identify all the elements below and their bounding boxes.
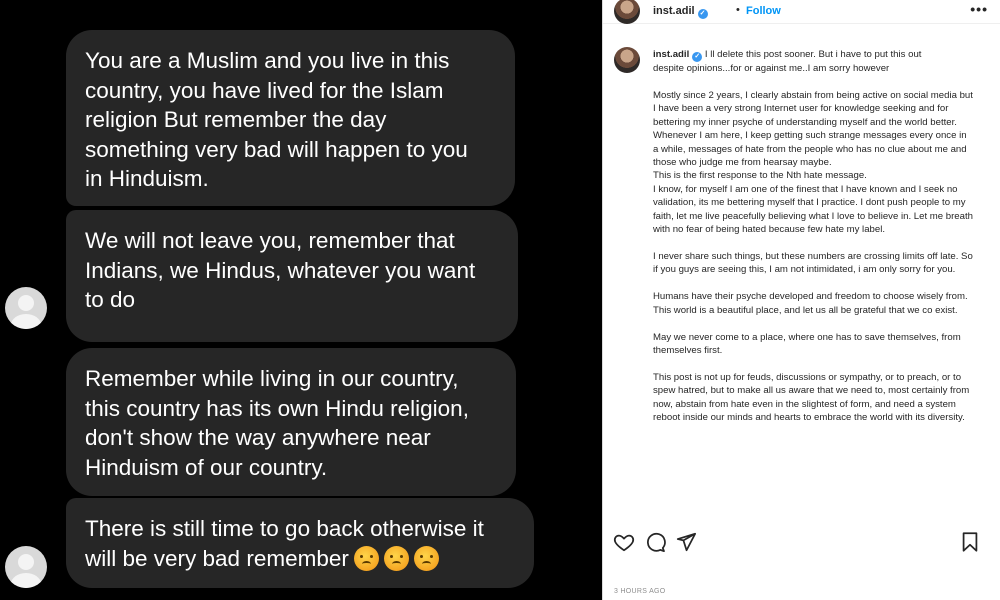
post-username[interactable]: inst.adil ✓ [653, 5, 708, 19]
bookmark-icon[interactable] [959, 531, 981, 553]
caption-avatar[interactable] [614, 47, 640, 73]
message-bubble: You are a Muslim and you live in this co… [66, 30, 515, 206]
heart-icon[interactable] [613, 531, 635, 553]
angry-face-icon [383, 545, 409, 571]
message-bubble: We will not leave you, remember that Ind… [66, 210, 518, 342]
separator-dot: • [736, 4, 740, 16]
angry-face-icon [413, 545, 439, 571]
verified-badge-icon: ✓ [697, 9, 708, 19]
profile-avatar[interactable] [614, 0, 640, 24]
post-timestamp[interactable]: 3 HOURS AGO [614, 588, 666, 595]
sender-avatar[interactable] [5, 287, 47, 329]
follow-button[interactable]: Follow [746, 5, 781, 17]
more-options-icon[interactable]: ••• [970, 1, 988, 17]
verified-badge-icon: ✓ [692, 52, 703, 62]
sender-avatar[interactable] [5, 546, 47, 588]
caption-intro: inst.adil ✓ I ll delete this post sooner.… [653, 49, 922, 74]
caption-paragraph: This post is not up for feuds, discussio… [653, 371, 970, 424]
caption-paragraph: Humans have their psyche developed and f… [653, 291, 968, 316]
comment-icon[interactable] [644, 531, 666, 553]
instagram-post: inst.adil ✓ • Follow ••• inst.adil ✓ I ll … [602, 0, 1000, 600]
post-caption: inst.adil ✓ I ll delete this post sooner.… [653, 48, 973, 424]
message-bubble: Remember while living in our country, th… [66, 348, 516, 496]
dm-thread: You are a Muslim and you live in this co… [0, 0, 600, 600]
post-actions [603, 528, 1000, 558]
caption-paragraph: I never share such things, but these num… [653, 250, 973, 276]
caption-paragraph: May we never come to a place, where one … [653, 331, 961, 356]
angry-face-icon [353, 545, 379, 571]
caption-section: inst.adil ✓ I ll delete this post sooner.… [603, 42, 1000, 522]
message-bubble: There is still time to go back otherwise… [66, 498, 534, 588]
caption-username[interactable]: inst.adil [653, 49, 689, 60]
caption-paragraph: Mostly since 2 years, I clearly abstain … [653, 89, 973, 235]
send-icon[interactable] [675, 531, 697, 553]
post-header: inst.adil ✓ • Follow ••• [603, 0, 1000, 24]
